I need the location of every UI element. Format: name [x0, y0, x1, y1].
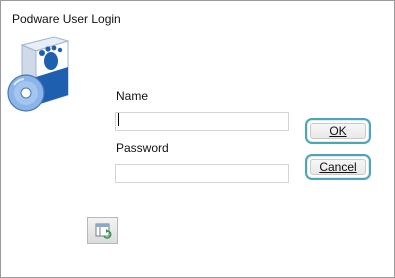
text-caret [118, 113, 119, 126]
software-box-icon [7, 36, 70, 112]
login-dialog: Podware User Login Name Password OK Canc… [0, 0, 395, 278]
title-bar: Podware User Login [1, 1, 394, 31]
name-input[interactable] [115, 112, 289, 131]
name-label: Name [116, 89, 149, 103]
ok-button-label: OK [329, 124, 347, 138]
window-refresh-icon [95, 223, 112, 239]
cancel-button-label: Cancel [319, 160, 357, 174]
password-input[interactable] [115, 164, 289, 183]
ok-button[interactable]: OK [305, 118, 371, 144]
window-title: Podware User Login [12, 12, 121, 26]
window-refresh-button[interactable] [87, 217, 118, 244]
password-label: Password [116, 141, 169, 155]
cancel-button[interactable]: Cancel [305, 154, 371, 180]
